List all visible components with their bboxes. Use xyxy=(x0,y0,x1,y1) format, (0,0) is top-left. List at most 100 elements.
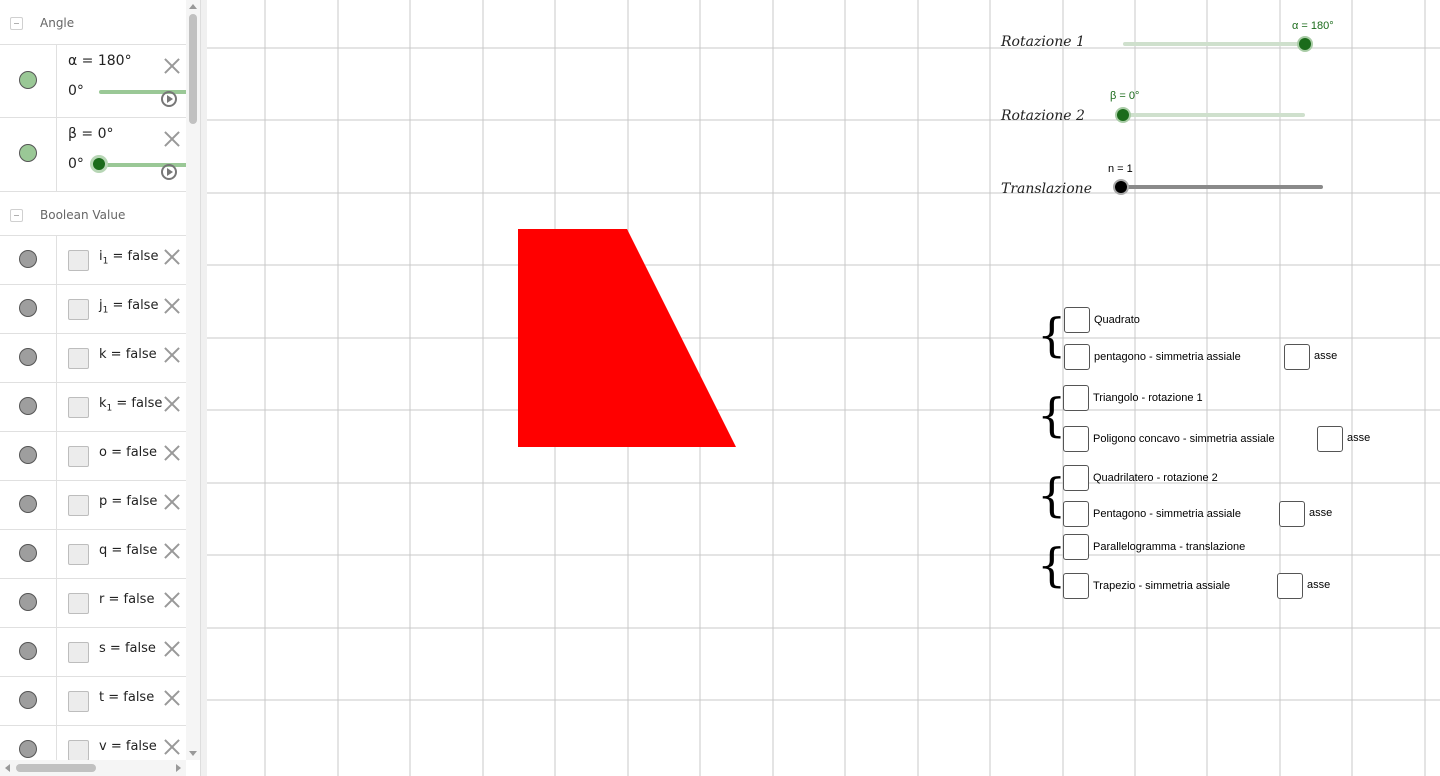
boolean-checkbox[interactable] xyxy=(68,544,89,565)
scroll-thumb[interactable] xyxy=(16,764,96,772)
visibility-dot-icon[interactable] xyxy=(19,144,37,162)
close-icon[interactable] xyxy=(164,690,180,706)
boolean-expression[interactable]: k1 = false xyxy=(99,396,162,414)
scroll-down-icon[interactable] xyxy=(189,751,197,756)
boolean-checkbox[interactable] xyxy=(68,250,89,271)
close-icon[interactable] xyxy=(164,592,180,608)
boolean-expression[interactable]: s = false xyxy=(99,641,156,656)
visibility-dot-icon[interactable] xyxy=(19,446,37,464)
boolean-group-header[interactable]: Boolean Value xyxy=(0,191,186,235)
checkbox-label[interactable]: Parallelogramma - translazione xyxy=(1093,541,1245,553)
boolean-row[interactable]: p = false xyxy=(0,480,186,529)
checkbox-label[interactable]: pentagono - simmetria assiale xyxy=(1094,351,1241,363)
view-divider[interactable] xyxy=(200,0,207,776)
visibility-dot-icon[interactable] xyxy=(19,299,37,317)
close-icon[interactable] xyxy=(164,494,180,510)
axis-checkbox-label[interactable]: asse xyxy=(1347,432,1370,444)
axis-checkbox[interactable] xyxy=(1277,573,1303,599)
boolean-row[interactable]: q = false xyxy=(0,529,186,578)
checkbox-label[interactable]: Poligono concavo - simmetria assiale xyxy=(1093,433,1275,445)
axis-checkbox-label[interactable]: asse xyxy=(1314,350,1337,362)
close-icon[interactable] xyxy=(164,543,180,559)
checkbox[interactable] xyxy=(1063,573,1089,599)
visibility-dot-icon[interactable] xyxy=(19,71,37,89)
axis-checkbox-label[interactable]: asse xyxy=(1307,579,1330,591)
slider-knob[interactable] xyxy=(1299,38,1311,50)
boolean-row[interactable]: t = false xyxy=(0,676,186,725)
boolean-checkbox[interactable] xyxy=(68,397,89,418)
close-icon[interactable] xyxy=(164,131,180,147)
visibility-dot-icon[interactable] xyxy=(19,740,37,758)
checkbox[interactable] xyxy=(1063,501,1089,527)
close-icon[interactable] xyxy=(164,249,180,265)
boolean-checkbox[interactable] xyxy=(68,740,89,761)
slider-knob[interactable] xyxy=(93,158,105,170)
boolean-expression[interactable]: i1 = false xyxy=(99,249,158,267)
boolean-row[interactable]: r = false xyxy=(0,578,186,627)
checkbox-label[interactable]: Trapezio - simmetria assiale xyxy=(1093,580,1230,592)
axis-checkbox[interactable] xyxy=(1317,426,1343,452)
boolean-expression[interactable]: j1 = false xyxy=(99,298,158,316)
checkbox[interactable] xyxy=(1064,344,1090,370)
collapse-icon[interactable] xyxy=(10,17,23,30)
slider-knob[interactable] xyxy=(1115,181,1127,193)
boolean-checkbox[interactable] xyxy=(68,446,89,467)
boolean-row[interactable]: s = false xyxy=(0,627,186,676)
boolean-row[interactable]: k1 = false xyxy=(0,382,186,431)
boolean-expression[interactable]: v = false xyxy=(99,739,157,754)
visibility-dot-icon[interactable] xyxy=(19,593,37,611)
checkbox[interactable] xyxy=(1063,426,1089,452)
close-icon[interactable] xyxy=(164,298,180,314)
visibility-dot-icon[interactable] xyxy=(19,250,37,268)
boolean-expression[interactable]: q = false xyxy=(99,543,157,558)
visibility-dot-icon[interactable] xyxy=(19,691,37,709)
boolean-expression[interactable]: p = false xyxy=(99,494,157,509)
checkbox[interactable] xyxy=(1063,534,1089,560)
slider-row-alpha[interactable]: α = 180° 0° xyxy=(0,44,186,117)
checkbox-label[interactable]: Pentagono - simmetria assiale xyxy=(1093,508,1241,520)
checkbox-label[interactable]: Quadrato xyxy=(1094,314,1140,326)
boolean-checkbox[interactable] xyxy=(68,593,89,614)
scroll-right-icon[interactable] xyxy=(176,764,181,772)
slider-expression[interactable]: β = 0° xyxy=(68,126,113,142)
checkbox-label[interactable]: Triangolo - rotazione 1 xyxy=(1093,392,1203,404)
boolean-checkbox[interactable] xyxy=(68,495,89,516)
boolean-row[interactable]: o = false xyxy=(0,431,186,480)
boolean-checkbox[interactable] xyxy=(68,691,89,712)
angle-group-header[interactable]: Angle xyxy=(0,0,186,44)
boolean-row[interactable]: i1 = false xyxy=(0,235,186,284)
boolean-expression[interactable]: k = false xyxy=(99,347,157,362)
checkbox-label[interactable]: Quadrilatero - rotazione 2 xyxy=(1093,472,1218,484)
boolean-checkbox[interactable] xyxy=(68,642,89,663)
boolean-expression[interactable]: o = false xyxy=(99,445,157,460)
checkbox[interactable] xyxy=(1064,307,1090,333)
axis-checkbox[interactable] xyxy=(1279,501,1305,527)
boolean-expression[interactable]: t = false xyxy=(99,690,154,705)
scroll-thumb[interactable] xyxy=(189,14,197,124)
horizontal-scrollbar[interactable] xyxy=(0,760,186,776)
visibility-dot-icon[interactable] xyxy=(19,495,37,513)
close-icon[interactable] xyxy=(164,58,180,74)
close-icon[interactable] xyxy=(164,396,180,412)
visibility-dot-icon[interactable] xyxy=(19,544,37,562)
boolean-row[interactable]: j1 = false xyxy=(0,284,186,333)
slider-track[interactable] xyxy=(1123,113,1305,117)
scroll-left-icon[interactable] xyxy=(5,764,10,772)
visibility-dot-icon[interactable] xyxy=(19,642,37,660)
boolean-checkbox[interactable] xyxy=(68,348,89,369)
visibility-dot-icon[interactable] xyxy=(19,348,37,366)
boolean-checkbox[interactable] xyxy=(68,299,89,320)
boolean-expression[interactable]: r = false xyxy=(99,592,154,607)
close-icon[interactable] xyxy=(164,445,180,461)
play-icon[interactable] xyxy=(161,91,177,107)
checkbox[interactable] xyxy=(1063,465,1089,491)
visibility-dot-icon[interactable] xyxy=(19,397,37,415)
axis-checkbox[interactable] xyxy=(1284,344,1310,370)
collapse-icon[interactable] xyxy=(10,209,23,222)
close-icon[interactable] xyxy=(164,641,180,657)
axis-checkbox-label[interactable]: asse xyxy=(1309,507,1332,519)
close-icon[interactable] xyxy=(164,739,180,755)
graphics-view[interactable]: Rotazione 1 α = 180° Rotazione 2 β = 0° Tran… xyxy=(207,0,1440,776)
checkbox[interactable] xyxy=(1063,385,1089,411)
slider-knob[interactable] xyxy=(1117,109,1129,121)
